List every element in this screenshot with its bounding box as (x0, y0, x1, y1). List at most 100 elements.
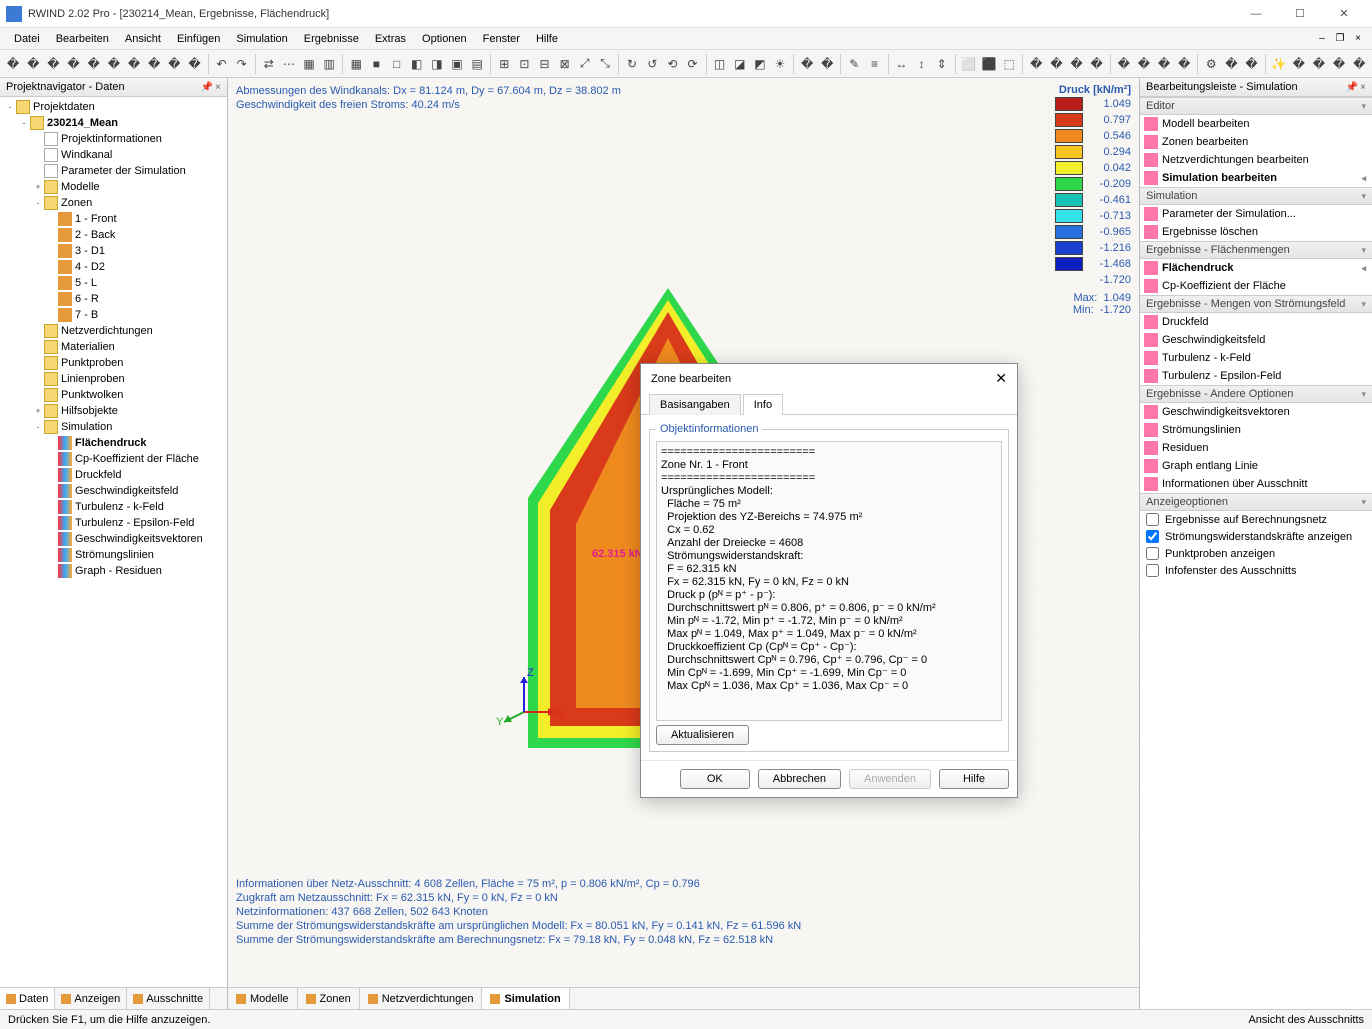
tree-item[interactable]: Turbulenz - Epsilon-Feld (0, 515, 227, 531)
toolbar-button[interactable]: ⋯ (280, 54, 298, 74)
toolbar-button[interactable]: ▤ (468, 54, 486, 74)
toolbar-button[interactable]: � (44, 54, 62, 74)
tree-item[interactable]: Linienproben (0, 371, 227, 387)
tree-item[interactable]: +Modelle (0, 179, 227, 195)
tree-item[interactable]: Windkanal (0, 147, 227, 163)
apply-button[interactable]: Anwenden (849, 769, 931, 789)
toolbar-button[interactable]: ⚙ (1202, 54, 1220, 74)
toolbar-button[interactable]: � (105, 54, 123, 74)
toolbar-button[interactable]: ⬜ (960, 54, 978, 74)
toolbar-button[interactable]: ⊡ (515, 54, 533, 74)
section-editor[interactable]: Editor▾ (1140, 97, 1372, 115)
navigator-tree[interactable]: - Projektdaten - 230214_Mean Projektinfo… (0, 97, 227, 987)
panel-item[interactable]: Zonen bearbeiten (1140, 133, 1372, 151)
tree-item[interactable]: 5 - L (0, 275, 227, 291)
toolbar-button[interactable]: ⬚ (1000, 54, 1018, 74)
toolbar-button[interactable]: ⇄ (260, 54, 278, 74)
toolbar-button[interactable]: � (64, 54, 82, 74)
tab-basisangaben[interactable]: Basisangaben (649, 394, 741, 415)
panel-item[interactable]: Flächendruck◂ (1140, 259, 1372, 277)
tree-item[interactable]: -Simulation (0, 419, 227, 435)
menu-simulation[interactable]: Simulation (228, 31, 295, 47)
toolbar-button[interactable]: ↔ (892, 54, 910, 74)
toolbar-button[interactable]: ≡ (865, 54, 883, 74)
checkbox[interactable] (1146, 513, 1159, 526)
pin-icon[interactable]: 📌 (201, 82, 213, 93)
toolbar-button[interactable]: � (1350, 54, 1368, 74)
toolbar-button[interactable]: � (165, 54, 183, 74)
panel-close-icon[interactable]: × (215, 82, 221, 93)
toolbar-button[interactable]: ⤡ (596, 54, 614, 74)
tree-item[interactable]: Geschwindigkeitsvektoren (0, 531, 227, 547)
update-button[interactable]: Aktualisieren (656, 725, 749, 745)
menu-ergebnisse[interactable]: Ergebnisse (296, 31, 367, 47)
nav-tab-ausschnitte[interactable]: Ausschnitte (127, 988, 210, 1009)
mdi-restore[interactable]: ❐ (1332, 33, 1348, 44)
panel-item[interactable]: Geschwindigkeitsvektoren (1140, 403, 1372, 421)
panel-item[interactable]: Geschwindigkeitsfeld (1140, 331, 1372, 349)
toolbar-button[interactable]: ⊞ (495, 54, 513, 74)
tree-item[interactable]: 7 - B (0, 307, 227, 323)
ok-button[interactable]: OK (680, 769, 750, 789)
tree-item[interactable]: Druckfeld (0, 467, 227, 483)
display-option[interactable]: Ergebnisse auf Berechnungsnetz (1140, 511, 1372, 528)
maximize-button[interactable]: ☐ (1278, 0, 1322, 28)
toolbar-button[interactable]: � (125, 54, 143, 74)
tree-item[interactable]: Strömungslinien (0, 547, 227, 563)
menu-einfügen[interactable]: Einfügen (169, 31, 228, 47)
toolbar-button[interactable]: ↷ (233, 54, 251, 74)
panel-item[interactable]: Residuen (1140, 439, 1372, 457)
tree-item[interactable]: 1 - Front (0, 211, 227, 227)
toolbar-button[interactable]: � (185, 54, 203, 74)
menu-optionen[interactable]: Optionen (414, 31, 475, 47)
panel-item[interactable]: Druckfeld (1140, 313, 1372, 331)
toolbar-button[interactable]: ↶ (212, 54, 230, 74)
tree-item[interactable]: Flächendruck (0, 435, 227, 451)
toolbar-button[interactable]: □ (387, 54, 405, 74)
toolbar-button[interactable]: ☀ (771, 54, 789, 74)
center-tab-netzverdichtungen[interactable]: Netzverdichtungen (360, 988, 483, 1009)
panel-item[interactable]: Informationen über Ausschnitt (1140, 475, 1372, 493)
toolbar-button[interactable]: ↺ (643, 54, 661, 74)
tree-project[interactable]: - 230214_Mean (0, 115, 227, 131)
section-display[interactable]: Anzeigeoptionen▾ (1140, 493, 1372, 511)
section-erg1[interactable]: Ergebnisse - Flächenmengen▾ (1140, 241, 1372, 259)
toolbar-button[interactable]: � (1242, 54, 1260, 74)
toolbar-button[interactable]: � (4, 54, 22, 74)
toolbar-button[interactable]: � (145, 54, 163, 74)
tree-item[interactable]: 2 - Back (0, 227, 227, 243)
mdi-close[interactable]: × (1350, 33, 1366, 44)
toolbar-button[interactable]: ◪ (731, 54, 749, 74)
tree-item[interactable]: Punktproben (0, 355, 227, 371)
toolbar-button[interactable]: � (1290, 54, 1308, 74)
toolbar-button[interactable]: � (24, 54, 42, 74)
toolbar-button[interactable]: ▦ (300, 54, 318, 74)
dialog-title-bar[interactable]: Zone bearbeiten ✕ (641, 364, 1017, 393)
checkbox[interactable] (1146, 547, 1159, 560)
tree-item[interactable]: Cp-Koeffizient der Fläche (0, 451, 227, 467)
pin-icon[interactable]: 📌 (1346, 82, 1358, 93)
toolbar-button[interactable]: � (1330, 54, 1348, 74)
toolbar-button[interactable]: � (1067, 54, 1085, 74)
toolbar-button[interactable]: ▦ (347, 54, 365, 74)
toolbar-button[interactable]: ↕ (913, 54, 931, 74)
panel-item[interactable]: Strömungslinien (1140, 421, 1372, 439)
tree-item[interactable]: Projektinformationen (0, 131, 227, 147)
menu-ansicht[interactable]: Ansicht (117, 31, 169, 47)
nav-tab-daten[interactable]: Daten (0, 988, 55, 1009)
menu-bearbeiten[interactable]: Bearbeiten (48, 31, 117, 47)
tree-item[interactable]: Parameter der Simulation (0, 163, 227, 179)
mdi-minimize[interactable]: – (1314, 33, 1330, 44)
toolbar-button[interactable]: � (1222, 54, 1240, 74)
menu-hilfe[interactable]: Hilfe (528, 31, 566, 47)
panel-item[interactable]: Modell bearbeiten (1140, 115, 1372, 133)
toolbar-button[interactable]: ⊟ (535, 54, 553, 74)
section-erg3[interactable]: Ergebnisse - Andere Optionen▾ (1140, 385, 1372, 403)
display-option[interactable]: Strömungswiderstandskräfte anzeigen (1140, 528, 1372, 545)
toolbar-button[interactable]: ⤢ (576, 54, 594, 74)
toolbar-button[interactable]: � (798, 54, 816, 74)
toolbar-button[interactable]: � (1155, 54, 1173, 74)
tree-item[interactable]: 3 - D1 (0, 243, 227, 259)
toolbar-button[interactable]: � (1027, 54, 1045, 74)
tree-root[interactable]: - Projektdaten (0, 99, 227, 115)
